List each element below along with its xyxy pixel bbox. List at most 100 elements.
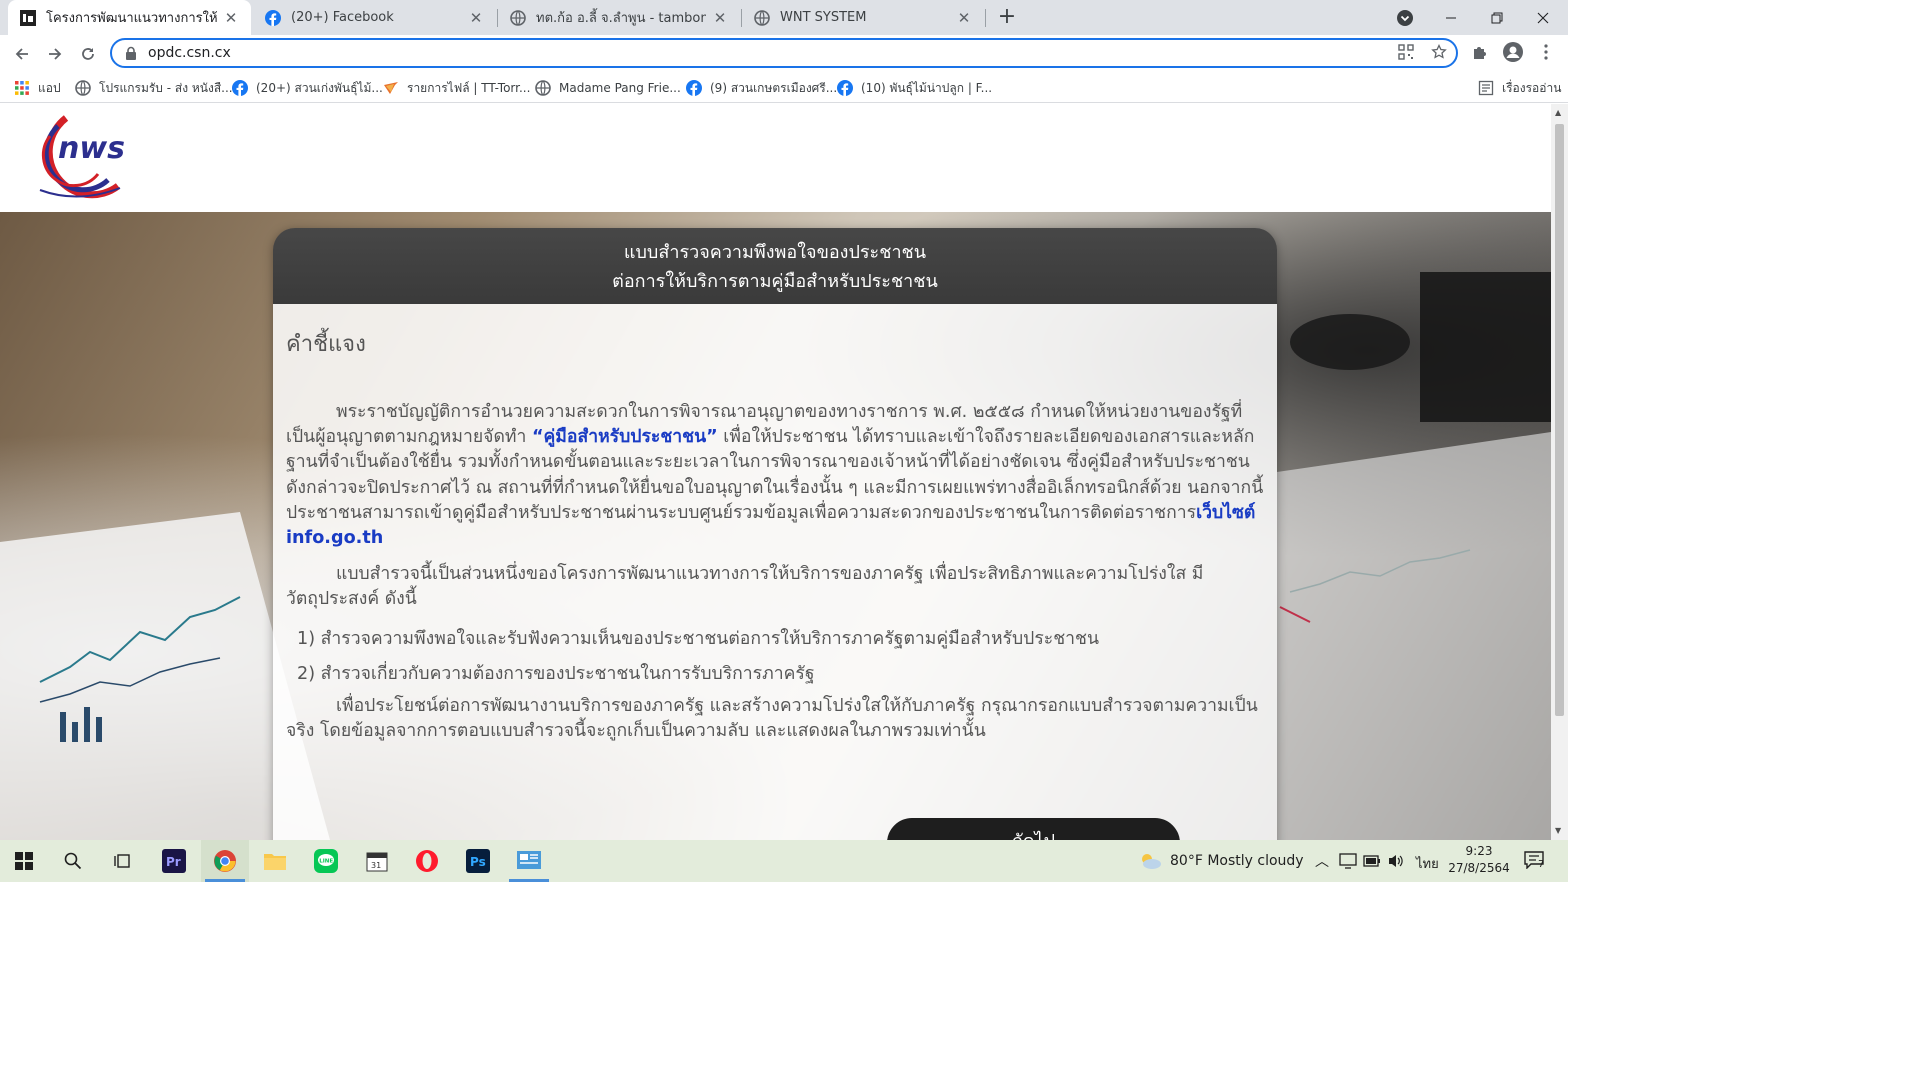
- citizen-manual-link[interactable]: “คู่มือสำหรับประชาชน”: [532, 427, 718, 447]
- browser-toolbar: opdc.csn.cx: [0, 35, 1568, 73]
- bookmarks-bar: แอป โปรแกรมรับ - ส่ง หนังสื... (20+) สวน…: [0, 73, 1568, 103]
- tab-title: WNT SYSTEM: [780, 10, 867, 25]
- tab-facebook[interactable]: (20+) Facebook ✕: [253, 0, 496, 35]
- svg-text:LINE: LINE: [319, 859, 333, 865]
- nws-logo: nws: [39, 115, 125, 199]
- bookmark-label: (9) สวนเกษตรเมืองศรี...: [710, 80, 838, 95]
- purpose-text: แบบสำรวจนี้เป็นส่วนหนึ่งของโครงการพัฒนาแ…: [286, 564, 1204, 610]
- privacy-text: เพื่อประโยชน์ต่อการพัฒนางานบริการของภาคร…: [286, 696, 1258, 742]
- clock[interactable]: 9:23 27/8/2564: [1446, 844, 1512, 875]
- notification-count: 7: [1538, 859, 1545, 870]
- close-tab-icon[interactable]: ✕: [956, 9, 972, 27]
- search-button[interactable]: [49, 840, 97, 882]
- address-url[interactable]: opdc.csn.cx: [148, 45, 1456, 61]
- clock-date: 27/8/2564: [1448, 861, 1510, 875]
- objective-item-2: 2) สำรวจเกี่ยวกับความต้องการของประชาชนใน…: [297, 664, 815, 684]
- presentation-icon: [517, 851, 541, 869]
- facebook-icon: [265, 9, 281, 26]
- tab-tambonkor[interactable]: ทต.ก้อ อ.ลี้ จ.ลำพูน - tambonkor.go ✕: [498, 0, 740, 35]
- svg-text:nws: nws: [58, 131, 125, 166]
- bookmark-item[interactable]: (10) พันธุ์ไม้น่าปลูก | F...: [837, 78, 992, 98]
- presentation-app[interactable]: [505, 840, 553, 882]
- reload-button[interactable]: [74, 40, 102, 68]
- back-button[interactable]: [8, 40, 36, 68]
- opera-icon: [416, 850, 438, 872]
- scrollbar-thumb[interactable]: [1555, 124, 1564, 716]
- task-view-icon: [114, 854, 130, 868]
- close-window-button[interactable]: [1520, 0, 1566, 35]
- purpose-paragraph: แบบสำรวจนี้เป็นส่วนหนึ่งของโครงการพัฒนาแ…: [286, 562, 1264, 612]
- star-icon: [1431, 44, 1447, 59]
- survey-title-line1: แบบสำรวจความพึงพอใจของประชาชน: [623, 242, 927, 263]
- battery-icon[interactable]: [1363, 854, 1381, 868]
- premiere-app[interactable]: Pr: [150, 840, 198, 882]
- extensions-button[interactable]: [1468, 40, 1492, 64]
- bookmark-star-button[interactable]: [1427, 40, 1451, 64]
- back-arrow-icon: [15, 48, 28, 60]
- bookmark-label: รายการไฟล์ | TT-Torr...: [407, 80, 531, 95]
- line-app[interactable]: LINE: [302, 840, 350, 882]
- bookmark-label: โปรแกรมรับ - ส่ง หนังสื...: [99, 80, 233, 95]
- task-view-button[interactable]: [98, 840, 146, 882]
- svg-text:31: 31: [371, 861, 381, 870]
- chevron-down-icon: [1397, 9, 1413, 26]
- tab-search-button[interactable]: [1382, 0, 1428, 35]
- site-header: nws: [0, 104, 1551, 212]
- weather-text[interactable]: 80°F Mostly cloudy: [1170, 853, 1304, 869]
- reload-icon: [82, 48, 94, 60]
- apps-grid-icon: [15, 81, 29, 95]
- page-scrollbar[interactable]: ▲ ▼: [1551, 104, 1568, 840]
- monitor-icon[interactable]: [1339, 853, 1357, 869]
- tab-opdc[interactable]: โครงการพัฒนาแนวทางการให้บริการขอ ✕: [8, 0, 251, 35]
- forward-button[interactable]: [41, 40, 69, 68]
- profile-button[interactable]: [1501, 40, 1525, 64]
- bookmark-item[interactable]: (20+) สวนเก่งพันธุ์ไม้...: [232, 78, 383, 98]
- close-tab-icon[interactable]: ✕: [223, 9, 239, 27]
- opera-app[interactable]: [403, 840, 451, 882]
- new-tab-button[interactable]: +: [994, 6, 1020, 30]
- tab-title: ทต.ก้อ อ.ลี้ จ.ลำพูน - tambonkor.go: [536, 11, 706, 26]
- calendar-app[interactable]: 31: [353, 840, 401, 882]
- tt-icon: [384, 82, 398, 94]
- close-tab-icon[interactable]: ✕: [468, 9, 484, 27]
- globe-icon: [75, 80, 91, 96]
- globe-icon: [535, 80, 551, 96]
- forward-arrow-icon: [49, 48, 62, 60]
- notification-center[interactable]: 7: [1524, 851, 1550, 873]
- clock-time: 9:23: [1465, 844, 1493, 858]
- address-bar[interactable]: opdc.csn.cx: [110, 38, 1458, 68]
- maximize-button[interactable]: [1474, 0, 1520, 35]
- reading-list-icon: [1478, 80, 1494, 96]
- scroll-down-icon[interactable]: ▼: [1555, 826, 1561, 835]
- bookmark-apps[interactable]: แอป: [14, 78, 61, 98]
- restore-icon: [1491, 12, 1503, 23]
- close-tab-icon[interactable]: ✕: [712, 9, 728, 27]
- chrome-app[interactable]: [201, 840, 249, 882]
- section-title: คำชี้แจง: [286, 332, 366, 357]
- svg-text:Pr: Pr: [166, 855, 181, 869]
- photoshop-app[interactable]: Ps: [454, 840, 502, 882]
- tray-chevron-icon[interactable]: ︿: [1315, 851, 1329, 871]
- next-button[interactable]: ถัดไป: [887, 818, 1180, 840]
- web-page: nws แบบสำรวจความพึงพอใจของประชาชน ต่อการ…: [0, 104, 1551, 840]
- intro-paragraph: พระราชบัญญัติการอำนวยความสะดวกในการพิจาร…: [286, 400, 1264, 551]
- reading-list-button[interactable]: เรื่องรออ่าน: [1478, 78, 1561, 98]
- objective-item-1: 1) สำรวจความพึงพอใจและรับฟังความเห็นของป…: [297, 629, 1100, 649]
- bookmark-item[interactable]: รายการไฟล์ | TT-Torr...: [383, 78, 530, 98]
- language-indicator[interactable]: ไทย: [1416, 853, 1439, 874]
- volume-icon[interactable]: [1387, 853, 1405, 869]
- file-explorer-app[interactable]: [251, 840, 299, 882]
- bookmark-item[interactable]: โปรแกรมรับ - ส่ง หนังสื...: [75, 78, 233, 98]
- minimize-button[interactable]: [1428, 0, 1474, 35]
- survey-header: แบบสำรวจความพึงพอใจของประชาชน ต่อการให้บ…: [273, 228, 1277, 304]
- menu-button[interactable]: [1534, 40, 1558, 64]
- tab-wnt[interactable]: WNT SYSTEM ✕: [742, 0, 984, 35]
- scroll-up-icon[interactable]: ▲: [1555, 108, 1561, 117]
- bookmark-item[interactable]: Madame Pang Frie...: [535, 78, 681, 98]
- bookmark-item[interactable]: (9) สวนเกษตรเมืองศรี...: [686, 78, 837, 98]
- start-button[interactable]: [0, 840, 48, 882]
- qr-code-button[interactable]: [1394, 40, 1418, 64]
- lock-icon: [126, 46, 136, 60]
- minimize-icon: [1446, 17, 1456, 18]
- qr-code-icon: [1398, 44, 1414, 60]
